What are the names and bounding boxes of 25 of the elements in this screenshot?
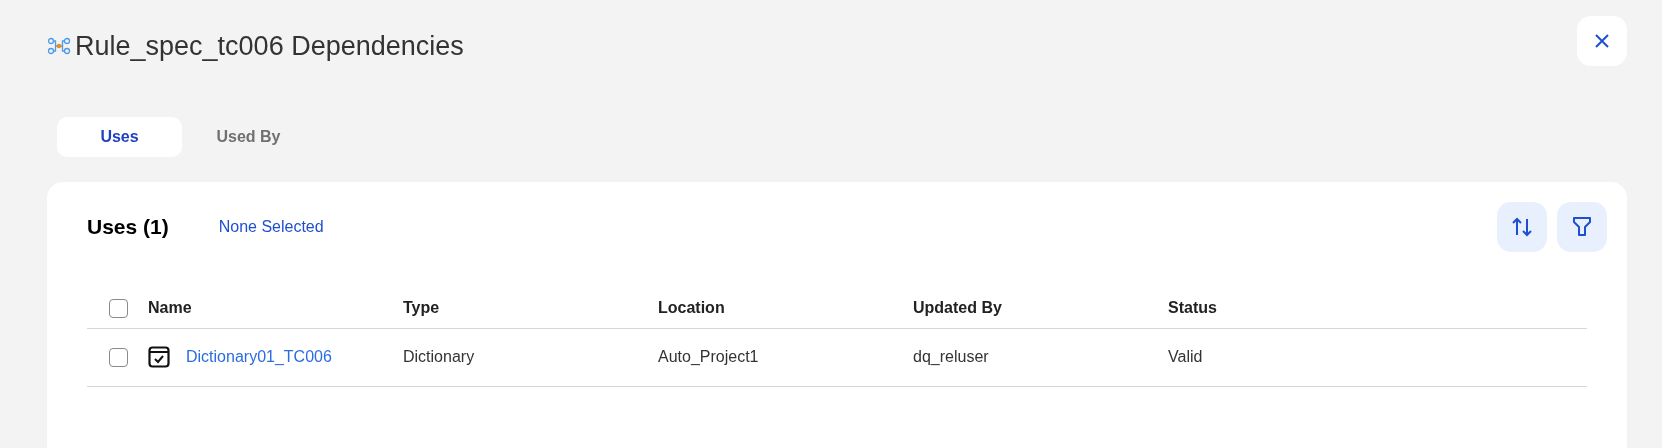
table-cell-text: Dictionary — [403, 347, 476, 367]
table-cell-text: Auto_Project1 — [658, 347, 760, 367]
column-header: Updated By — [913, 298, 1003, 318]
column-header: Name — [148, 298, 193, 318]
column-header: Location — [658, 298, 726, 318]
table-cell-text: dq_reluser — [913, 347, 990, 367]
checkbox[interactable] — [109, 298, 128, 318]
item-link[interactable]: Dictionary01_TC006 — [186, 345, 332, 369]
column-header: Type — [403, 298, 441, 318]
close-button[interactable] — [1577, 16, 1627, 66]
dialog-title: Rule_spec_tc006 Dependencies — [75, 30, 464, 63]
dependency-icon — [47, 36, 71, 57]
column-header: Status — [1168, 298, 1218, 318]
tab[interactable]: Used By — [186, 116, 311, 157]
sort-button[interactable] — [1497, 201, 1547, 252]
table-cell-text: Valid — [1168, 347, 1204, 367]
panel-heading: Uses (1) — [87, 213, 169, 240]
filter-button[interactable] — [1557, 201, 1607, 252]
tab[interactable]: Uses — [57, 116, 182, 157]
filter-icon — [1572, 215, 1592, 238]
selection-status: None Selected — [218, 216, 324, 237]
sort-icon — [1511, 215, 1533, 238]
checkbox[interactable] — [109, 347, 128, 367]
dictionary-icon — [148, 346, 170, 368]
close-icon — [1594, 33, 1610, 49]
